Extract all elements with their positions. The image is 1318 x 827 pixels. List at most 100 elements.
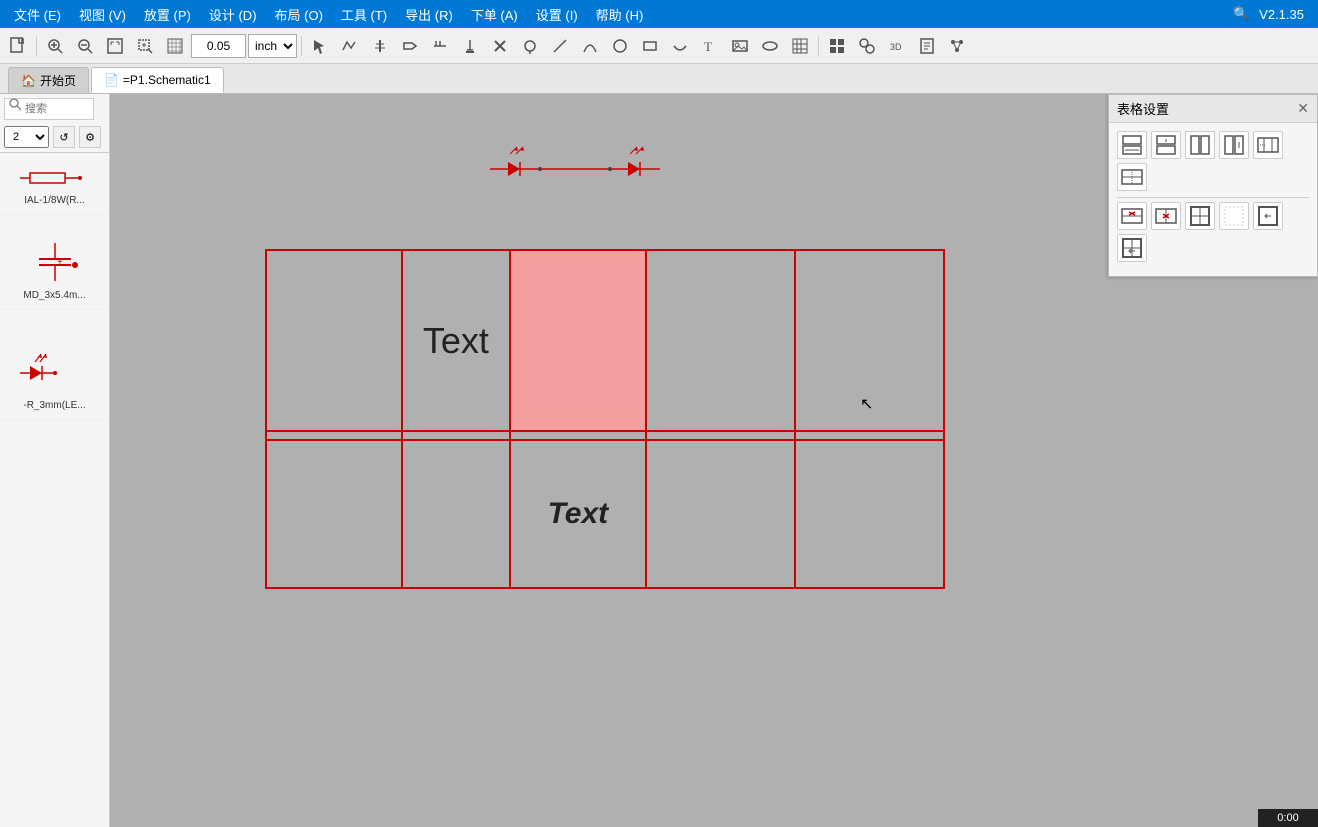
menu-design[interactable]: 设计 (D) — [201, 3, 265, 26]
sidebar-item-resistor[interactable]: IAL-1/8W(R... — [0, 155, 109, 215]
statusbar: 0:00 — [1258, 809, 1318, 827]
sidebar: 2 ↺ ⚙ IAL-1/8W(R... + — [0, 94, 110, 827]
table-cell-2-4[interactable] — [795, 440, 944, 588]
panel-title: 表格设置 — [1117, 99, 1169, 118]
table-cell-2-2[interactable]: Text — [510, 440, 646, 588]
table-cell-2-0[interactable] — [266, 440, 402, 588]
panel-body — [1109, 123, 1317, 276]
menu-file[interactable]: 文件 (E) — [6, 3, 69, 26]
svg-text:3D: 3D — [890, 42, 902, 52]
arc2-button[interactable] — [666, 32, 694, 60]
sidebar-item-led[interactable]: -R_3mm(LE... — [0, 340, 109, 420]
rect-button[interactable] — [636, 32, 664, 60]
unit-select[interactable]: inch — [248, 34, 297, 58]
sidebar-settings-button[interactable]: ⚙ — [79, 126, 101, 148]
delete-col-button[interactable] — [1151, 202, 1181, 230]
file-icon: 📄 — [104, 73, 119, 87]
table-row — [266, 431, 944, 439]
insert-col-right-button[interactable] — [1219, 131, 1249, 159]
border-all-button[interactable] — [1185, 202, 1215, 230]
menu-export[interactable]: 导出 (R) — [397, 3, 461, 26]
menu-layout[interactable]: 布局 (O) — [267, 3, 331, 26]
table-cell-1-4[interactable] — [795, 431, 944, 439]
table-cell-0-4[interactable] — [795, 250, 944, 431]
pcb-lib-button[interactable] — [853, 32, 881, 60]
cell-text-0-1: Text — [403, 251, 509, 430]
fit-button[interactable] — [101, 32, 129, 60]
table-cell-1-2[interactable] — [510, 431, 646, 439]
table-button[interactable] — [786, 32, 814, 60]
table-cell-1-1[interactable] — [402, 431, 510, 439]
net-button[interactable] — [366, 32, 394, 60]
bus-button[interactable] — [396, 32, 424, 60]
sidebar-refresh-button[interactable]: ↺ — [53, 126, 75, 148]
home-icon: 🏠 — [21, 74, 36, 88]
right-panel: 表格设置 ✕ — [1108, 94, 1318, 277]
sidebar-search-area — [0, 94, 109, 124]
panel-close-button[interactable]: ✕ — [1297, 100, 1309, 117]
delete-row-button[interactable] — [1117, 202, 1147, 230]
canvas-area[interactable]: Text Text — [110, 94, 1318, 827]
menu-settings[interactable]: 设置 (I) — [528, 3, 586, 26]
border-inner-dropdown[interactable] — [1117, 234, 1147, 262]
toolbar: inch T — [0, 28, 1318, 64]
table-container: Text Text — [265, 249, 945, 589]
sidebar-item-capacitor[interactable]: + MD_3x5.4m... — [0, 235, 109, 310]
border-none-button[interactable] — [1219, 202, 1249, 230]
bom-button[interactable] — [913, 32, 941, 60]
table-cell-2-1[interactable] — [402, 440, 510, 588]
insert-row-above-button[interactable] — [1117, 131, 1147, 159]
component-lib-button[interactable] — [823, 32, 851, 60]
new-button[interactable] — [4, 32, 32, 60]
menu-view[interactable]: 视图 (V) — [71, 3, 134, 26]
menu-tools[interactable]: 工具 (T) — [333, 3, 395, 26]
insert-row-below-button[interactable] — [1151, 131, 1181, 159]
capacitor-label: MD_3x5.4m... — [23, 290, 85, 301]
merge-v-button[interactable] — [1117, 163, 1147, 191]
menubar: 文件 (E) 视图 (V) 放置 (P) 设计 (D) 布局 (O) 工具 (T… — [0, 0, 1318, 28]
tab-home[interactable]: 🏠 开始页 — [8, 67, 89, 93]
text-button[interactable]: T — [696, 32, 724, 60]
tab-schematic[interactable]: 📄 =P1.Schematic1 — [91, 67, 224, 93]
power-button[interactable] — [456, 32, 484, 60]
separator1 — [36, 36, 37, 56]
main-area: 2 ↺ ⚙ IAL-1/8W(R... + — [0, 94, 1318, 827]
table-row: Text — [266, 440, 944, 588]
table-cell-0-3[interactable] — [646, 250, 795, 431]
merge-h-button[interactable] — [1253, 131, 1283, 159]
probe-button[interactable] — [516, 32, 544, 60]
sidebar-divider1 — [0, 152, 109, 153]
menu-help[interactable]: 帮助 (H) — [588, 3, 652, 26]
table-cell-1-3[interactable] — [646, 431, 795, 439]
wire-button[interactable] — [336, 32, 364, 60]
zoom-out-button[interactable] — [71, 32, 99, 60]
area-zoom-button[interactable] — [131, 32, 159, 60]
menu-place[interactable]: 放置 (P) — [136, 3, 199, 26]
resistor-label: IAL-1/8W(R... — [24, 195, 85, 206]
cell-text-2-2: Text — [511, 441, 645, 587]
select-button[interactable] — [306, 32, 334, 60]
arc1-button[interactable] — [576, 32, 604, 60]
separator3 — [818, 36, 819, 56]
no-connect-button[interactable] — [486, 32, 514, 60]
table-cell-0-1[interactable]: Text — [402, 250, 510, 431]
table-cell-0-2[interactable] — [510, 250, 646, 431]
table-cell-2-3[interactable] — [646, 440, 795, 588]
image-button[interactable] — [726, 32, 754, 60]
border-outer-dropdown[interactable] — [1253, 202, 1283, 230]
ellipse-button[interactable] — [756, 32, 784, 60]
zoom-input[interactable] — [191, 34, 246, 58]
line-button[interactable] — [546, 32, 574, 60]
3d-view-button[interactable]: 3D — [883, 32, 911, 60]
junction-button[interactable] — [426, 32, 454, 60]
menu-order[interactable]: 下单 (A) — [463, 3, 526, 26]
circle-button[interactable] — [606, 32, 634, 60]
zoom-in-button[interactable] — [41, 32, 69, 60]
table-cell-1-0[interactable] — [266, 431, 402, 439]
grid-button[interactable] — [161, 32, 189, 60]
search-icon[interactable]: 🔍 — [1225, 4, 1257, 24]
netlist-button[interactable] — [943, 32, 971, 60]
insert-col-left-button[interactable] — [1185, 131, 1215, 159]
sidebar-zoom-select[interactable]: 2 — [4, 126, 49, 148]
table-cell-0-0[interactable] — [266, 250, 402, 431]
